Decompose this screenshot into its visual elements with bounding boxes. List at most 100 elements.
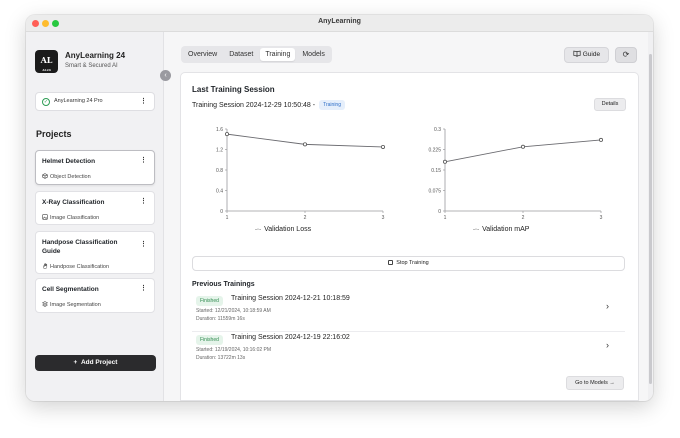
stop-training-label: Stop Training — [396, 260, 429, 266]
data-point — [442, 159, 447, 164]
x-tick-label: 1 — [226, 215, 229, 221]
y-tick-label: 0.15 — [431, 168, 441, 174]
legend-label: Validation Loss — [264, 226, 312, 233]
guide-label: Guide — [582, 51, 601, 58]
cube-icon — [42, 173, 48, 179]
project-type: Handpose Classification — [42, 263, 109, 270]
project-type: Image Classification — [42, 214, 99, 221]
last-session-title: Last Training Session — [192, 85, 275, 94]
more-vertical-icon[interactable]: ⋮ — [140, 157, 147, 164]
data-point — [380, 144, 385, 149]
project-type-label: Image Segmentation — [50, 302, 101, 308]
scrollbar[interactable] — [648, 32, 653, 401]
project-name: Helmet Detection — [42, 158, 96, 165]
x-tick-label: 3 — [600, 215, 603, 221]
validation-map-chart: 0 0.075 0.15 0.225 0.3 1 2 3 — [413, 123, 613, 223]
project-card-xray-classification[interactable]: X-Ray Classification ⋮ Image Classificat… — [35, 191, 155, 225]
check-circle-icon: ✓ — [42, 98, 50, 106]
title-bar: AnyLearning — [26, 15, 653, 32]
session-started: Started: 12/19/2024, 10:16:02 PM — [196, 347, 272, 353]
refresh-button[interactable]: ⟳ — [615, 47, 637, 63]
last-session-line: Training Session 2024-12-29 10:50:48 - T… — [192, 100, 345, 110]
legend-marker-icon: -◦- — [255, 226, 262, 233]
layers-icon — [42, 301, 48, 307]
project-type: Object Detection — [42, 173, 91, 180]
y-tick-label: 1.2 — [216, 147, 223, 153]
series-line — [444, 139, 602, 163]
tab-models[interactable]: Models — [297, 48, 330, 61]
tab-overview[interactable]: Overview — [183, 48, 222, 61]
stop-icon — [388, 259, 394, 265]
x-tick-label: 2 — [522, 215, 525, 221]
plan-label: AnyLearning 24 Pro — [54, 98, 103, 104]
y-tick-label: 0.4 — [216, 188, 223, 194]
project-name: Handpose Classification Guide — [42, 239, 118, 255]
more-vertical-icon[interactable]: ⋮ — [140, 198, 147, 205]
tab-dataset[interactable]: Dataset — [224, 48, 258, 61]
app-window: AnyLearning AL AL24 AnyLearning 24 Smart… — [26, 15, 653, 401]
validation-loss-chart: 0 0.4 0.8 1.2 1.6 1 2 3 — [195, 123, 395, 223]
window-title: AnyLearning — [318, 18, 361, 25]
legend-label: Validation mAP — [482, 226, 530, 233]
project-card-handpose-classification[interactable]: Handpose Classification Guide ⋮ Handpose… — [35, 231, 155, 274]
y-tick-label: 0.075 — [428, 188, 441, 194]
previous-trainings-title: Previous Trainings — [192, 281, 255, 288]
book-open-icon — [573, 50, 581, 58]
training-panel: Last Training Session Training Session 2… — [180, 72, 639, 401]
project-name: X-Ray Classification — [42, 199, 105, 206]
status-badge: Finished — [196, 296, 223, 306]
y-tick-label: 0.225 — [428, 147, 441, 153]
more-vertical-icon[interactable]: ⋮ — [140, 241, 147, 248]
map-legend: -◦- Validation mAP — [473, 226, 529, 233]
scrollbar-thumb[interactable] — [649, 54, 652, 384]
y-tick-label: 0 — [438, 209, 441, 215]
data-point — [224, 132, 229, 137]
tab-bar: Overview Dataset Training Models — [181, 46, 332, 63]
project-name: Cell Segmentation — [42, 286, 99, 293]
session-duration: Duration: 11559m 16s — [196, 316, 245, 322]
x-tick-label: 3 — [382, 215, 385, 221]
x-tick-label: 2 — [304, 215, 307, 221]
data-point — [598, 137, 603, 142]
project-type-label: Handpose Classification — [50, 264, 110, 270]
chevron-right-icon[interactable]: › — [606, 340, 609, 350]
add-project-label: Add Project — [80, 359, 118, 366]
plus-icon: + — [73, 359, 78, 366]
guide-button[interactable]: Guide — [564, 47, 609, 63]
y-tick-label: 1.6 — [216, 127, 223, 133]
app-name: AnyLearning 24 — [65, 51, 126, 60]
more-vertical-icon[interactable]: ⋮ — [140, 98, 147, 105]
previous-training-row[interactable]: Finished Training Session 2024-12-21 10:… — [192, 292, 625, 332]
stop-training-button[interactable]: Stop Training — [192, 256, 625, 271]
app-tagline: Smart & Secured AI — [65, 63, 118, 69]
session-name: Training Session 2024-12-19 22:16:02 — [231, 334, 350, 341]
refresh-icon: ⟳ — [622, 50, 630, 59]
chevron-right-icon[interactable]: › — [606, 301, 609, 311]
chevron-left-icon: ‹ — [164, 72, 167, 79]
loss-legend: -◦- Validation Loss — [255, 226, 311, 233]
details-button[interactable]: Details — [594, 98, 626, 111]
x-tick-label: 1 — [444, 215, 447, 221]
project-card-cell-segmentation[interactable]: Cell Segmentation ⋮ Image Segmentation — [35, 278, 155, 313]
projects-heading: Projects — [36, 129, 72, 139]
logo-subtext: AL24 — [42, 68, 51, 72]
session-duration: Duration: 13722m 13s — [196, 355, 246, 361]
plan-card[interactable]: ✓ AnyLearning 24 Pro ⋮ — [35, 92, 155, 111]
image-icon — [42, 214, 48, 220]
collapse-sidebar-button[interactable]: ‹ — [160, 70, 171, 81]
map-chart-svg: 0 0.075 0.15 0.225 0.3 1 2 3 — [428, 127, 603, 221]
project-card-helmet-detection[interactable]: Helmet Detection ⋮ Object Detection — [35, 150, 155, 185]
legend-marker-icon: -◦- — [473, 226, 480, 233]
go-to-models-button[interactable]: Go to Models → — [566, 376, 624, 390]
more-vertical-icon[interactable]: ⋮ — [140, 285, 147, 292]
loss-chart-svg: 0 0.4 0.8 1.2 1.6 1 2 3 — [216, 127, 385, 221]
add-project-button[interactable]: + Add Project — [35, 355, 156, 371]
session-started: Started: 12/21/2024, 10:18:59 AM — [196, 308, 271, 314]
tab-training[interactable]: Training — [260, 48, 296, 61]
data-point — [303, 142, 308, 147]
previous-training-row[interactable]: Finished Training Session 2024-12-19 22:… — [192, 331, 625, 371]
y-tick-label: 0.3 — [434, 127, 441, 133]
session-name: Training Session 2024-12-21 10:18:59 — [231, 295, 350, 302]
main-content: Overview Dataset Training Models Guide ⟳… — [172, 32, 648, 401]
status-badge: Finished — [196, 335, 223, 345]
